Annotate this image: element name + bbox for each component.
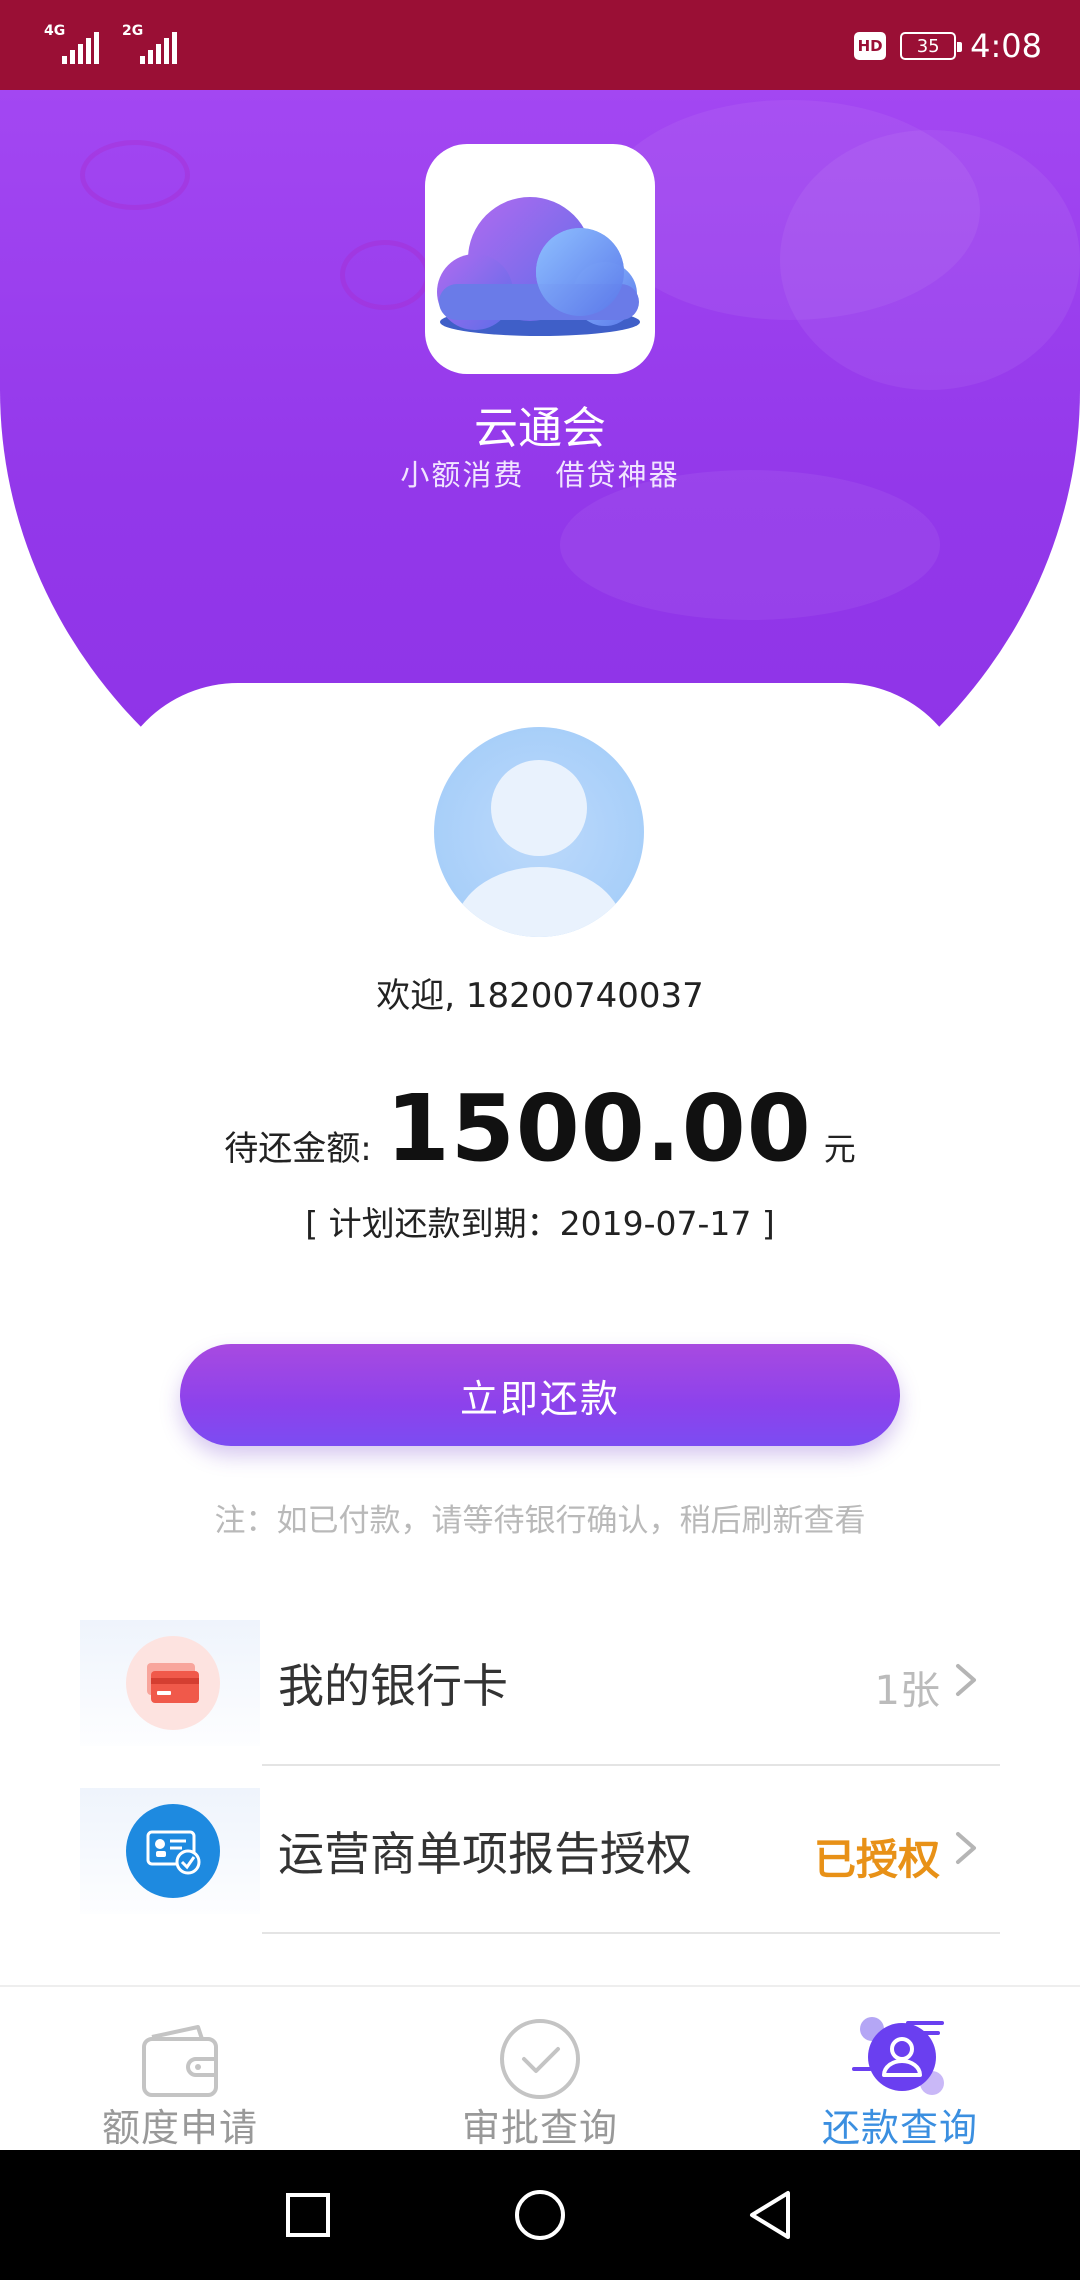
icon-background — [80, 1620, 260, 1746]
authorized-status: 已授权 — [813, 1835, 940, 1884]
check-circle-icon — [500, 2019, 580, 2099]
clock: 4:08 — [970, 27, 1042, 65]
app-name: 云通会 — [474, 403, 606, 454]
cloud-swirl-decoration — [80, 140, 190, 210]
battery-icon: 35 — [900, 32, 963, 60]
status-right: HD 35 4:08 — [854, 24, 1042, 68]
pay-now-button[interactable]: 立即还款 — [180, 1344, 900, 1446]
back-icon[interactable] — [740, 2183, 804, 2247]
signal-2g-icon: 2G — [122, 24, 178, 64]
avatar-head — [491, 760, 587, 856]
signal-4g-icon: 4G — [44, 24, 100, 64]
cloud-swirl-decoration — [340, 240, 430, 310]
tab-approval-query[interactable]: 审批查询 — [360, 1987, 720, 2152]
menu-item-label: 我的银行卡 — [278, 1659, 508, 1713]
app-slogan: 小额消费 借贷神器 — [0, 452, 1080, 494]
cloud-logo-icon — [437, 197, 640, 336]
slogan-part-1: 小额消费 — [400, 458, 525, 492]
id-verified-icon — [126, 1804, 220, 1898]
chevron-right-icon — [956, 1664, 976, 1696]
slogan-part-2: 借贷神器 — [555, 458, 680, 492]
bottom-tab-bar: 额度申请 审批查询 还款查询 — [0, 1985, 1080, 2150]
chevron-right-icon — [956, 1832, 976, 1864]
amount-label: 待还金额: — [224, 1129, 372, 1169]
bank-card-icon — [126, 1636, 220, 1730]
tab-label: 还款查询 — [821, 2106, 978, 2150]
home-icon[interactable] — [508, 2183, 572, 2247]
user-profile-icon — [852, 2017, 944, 2095]
signal-indicators: 4G 2G — [44, 24, 178, 64]
menu-item-carrier-auth[interactable]: 运营商单项报告授权 已授权 — [0, 1768, 1080, 1934]
welcome-text: 欢迎, 18200740037 — [376, 976, 704, 1016]
status-bar: 4G 2G HD 35 4:08 — [0, 0, 1080, 90]
battery-level: 35 — [916, 35, 940, 57]
payment-note: 注：如已付款，请等待银行确认，稍后刷新查看 — [214, 1503, 866, 1539]
recent-apps-icon[interactable] — [276, 2183, 340, 2247]
menu-item-bank-card[interactable]: 我的银行卡 1张 — [0, 1600, 1080, 1766]
system-nav-bar — [0, 2150, 1080, 2280]
cloud-decoration — [780, 130, 1080, 390]
hd-icon: HD — [854, 32, 887, 60]
tab-repayment-query[interactable]: 还款查询 — [720, 1987, 1080, 2152]
amount-row: 待还金额: 1500.00 元 — [0, 1075, 1080, 1182]
amount-unit: 元 — [823, 1130, 856, 1168]
menu-item-label: 运营商单项报告授权 — [278, 1827, 692, 1881]
avatar-body — [454, 867, 624, 937]
wallet-icon — [142, 2025, 218, 2097]
due-date: [ 计划还款到期：2019-07-17 ] — [305, 1204, 775, 1243]
menu-item-value: 1张 — [874, 1668, 940, 1714]
tab-credit-application[interactable]: 额度申请 — [0, 1987, 360, 2152]
divider — [262, 1764, 1000, 1766]
tab-label: 额度申请 — [101, 2106, 258, 2150]
amount-value: 1500.00 — [385, 1075, 812, 1182]
app-logo — [425, 144, 655, 374]
divider — [262, 1932, 1000, 1934]
tab-label: 审批查询 — [461, 2106, 618, 2150]
icon-background — [80, 1788, 260, 1914]
avatar[interactable] — [434, 727, 644, 937]
